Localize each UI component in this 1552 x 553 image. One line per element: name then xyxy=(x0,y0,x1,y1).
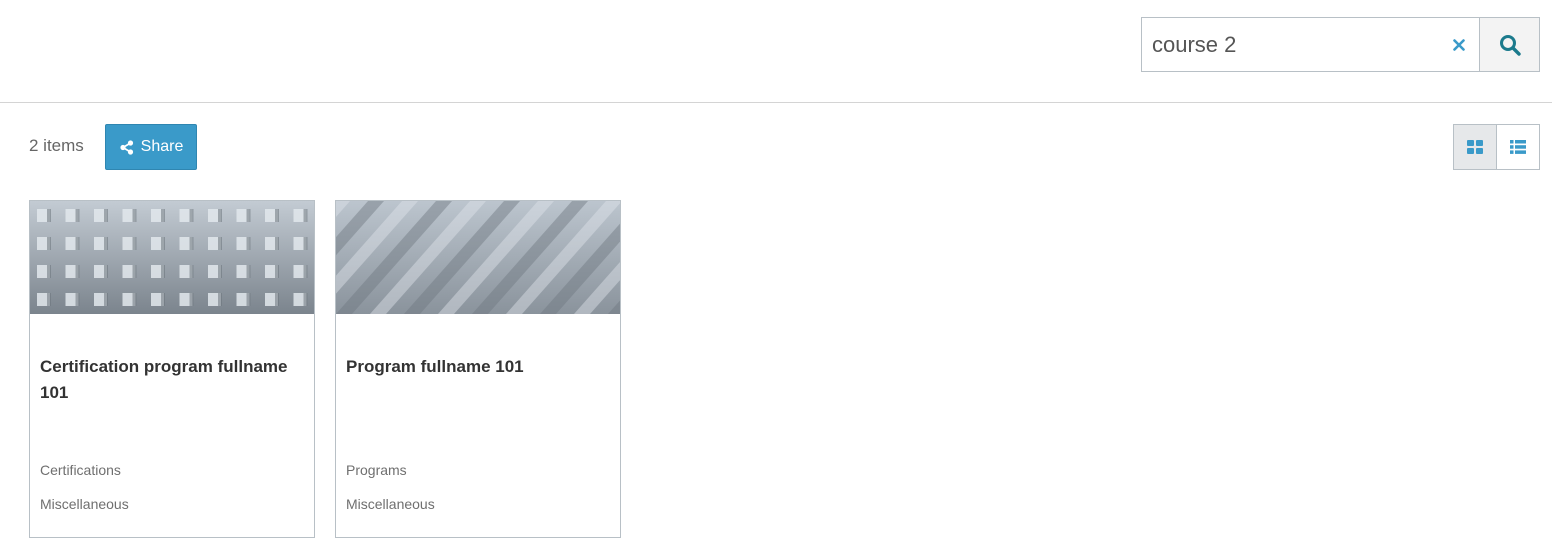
times-icon xyxy=(1453,39,1465,51)
view-toggle xyxy=(1453,124,1540,170)
results-toolbar: 2 items Share xyxy=(0,123,1552,171)
share-button-label: Share xyxy=(140,138,184,155)
card-type: Programs xyxy=(346,462,407,478)
search-button[interactable] xyxy=(1479,17,1540,72)
search-bar xyxy=(1141,17,1540,72)
program-card[interactable]: Certification program fullname 101 Certi… xyxy=(29,200,315,538)
card-type: Certifications xyxy=(40,462,121,478)
card-image-squares xyxy=(30,201,314,314)
list-view-button[interactable] xyxy=(1496,124,1540,170)
search-input-box xyxy=(1141,17,1480,72)
list-icon xyxy=(1509,140,1526,154)
top-bar xyxy=(0,0,1552,103)
card-title: Certification program fullname 101 xyxy=(40,357,288,402)
card-title: Program fullname 101 xyxy=(346,357,524,376)
grid-icon xyxy=(1466,140,1483,154)
program-card[interactable]: Program fullname 101 Programs Miscellane… xyxy=(335,200,621,538)
item-count: 2 items xyxy=(29,136,84,155)
search-icon xyxy=(1499,34,1521,56)
search-input[interactable] xyxy=(1142,18,1442,71)
grid-view-button[interactable] xyxy=(1453,124,1497,170)
share-icon xyxy=(120,139,133,155)
card-category: Miscellaneous xyxy=(346,496,435,512)
card-category: Miscellaneous xyxy=(40,496,129,512)
card-image-stripes xyxy=(336,201,620,314)
clear-search-button[interactable] xyxy=(1449,34,1469,56)
share-button[interactable]: Share xyxy=(105,124,197,170)
